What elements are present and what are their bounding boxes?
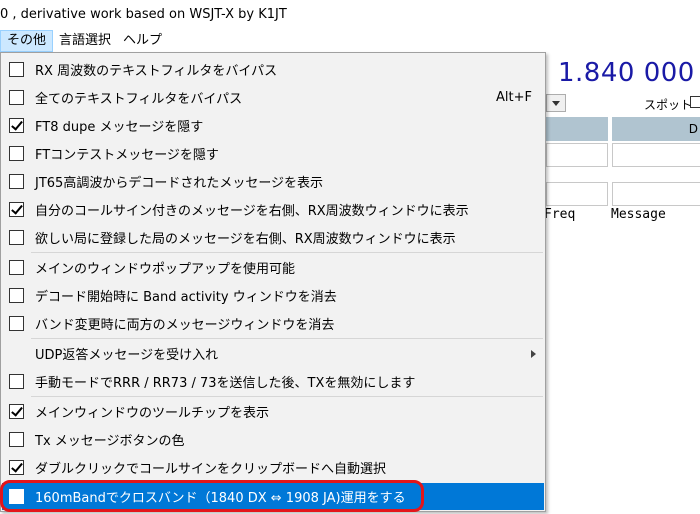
- menu-item-label: メインウィンドウのツールチップを表示: [35, 406, 270, 421]
- menu-language[interactable]: 言語選択: [53, 30, 117, 52]
- checkbox-icon: [9, 260, 24, 275]
- other-dropdown-menu: RX 周波数のテキストフィルタをバイパス 全てのテキストフィルタをバイパス Al…: [0, 52, 546, 512]
- menu-item-bypass-rx-filter[interactable]: RX 周波数のテキストフィルタをバイパス: [2, 56, 544, 83]
- panel-header-left: [546, 117, 608, 141]
- menu-item-label: 全てのテキストフィルタをバイパス: [35, 92, 243, 107]
- menu-item-label: バンド変更時に両方のメッセージウィンドウを消去: [35, 318, 335, 333]
- menu-separator: [31, 252, 543, 253]
- menu-item-label: 自分のコールサイン付きのメッセージを右側、RX周波数ウィンドウに表示: [35, 204, 469, 219]
- menu-item-wanted-right[interactable]: 欲しい局に登録した局のメッセージを右側、RX周波数ウィンドウに表示: [2, 224, 544, 251]
- menu-item-label: FT8 dupe メッセージを隠す: [35, 120, 204, 135]
- menu-item-label: UDP返答メッセージを受け入れ: [35, 348, 219, 363]
- frequency-display: 1.840 000: [558, 58, 695, 88]
- menu-item-label: FTコンテストメッセージを隠す: [35, 148, 219, 163]
- menu-item-shortcut: Alt+F: [496, 90, 532, 105]
- checkbox-icon: [9, 374, 24, 389]
- menu-other[interactable]: その他: [0, 30, 54, 52]
- checkbox-icon: [9, 316, 24, 331]
- menu-separator: [31, 396, 543, 397]
- column-header-message: Message: [611, 207, 666, 222]
- menu-item-clear-on-band-change[interactable]: バンド変更時に両方のメッセージウィンドウを消去: [2, 310, 544, 337]
- menu-item-window-popup[interactable]: メインのウィンドウポップアップを使用可能: [2, 254, 544, 281]
- checkbox-checked-icon: [9, 202, 24, 217]
- menu-item-label: 手動モードでRRR / RR73 / 73を送信した後、TXを無効にします: [35, 376, 416, 391]
- menubar: その他 言語選択 ヘルプ: [0, 30, 700, 52]
- menu-separator: [31, 338, 543, 339]
- submenu-arrow-icon: [531, 349, 536, 358]
- menu-item-jt65-harmonics[interactable]: JT65高調波からデコードされたメッセージを表示: [2, 168, 544, 195]
- menu-item-label: JT65高調波からデコードされたメッセージを表示: [35, 176, 324, 191]
- spot-label: スポット: [644, 98, 693, 112]
- menu-item-label: Tx メッセージボタンの色: [35, 434, 185, 449]
- menu-item-tx-button-color[interactable]: Tx メッセージボタンの色: [2, 426, 544, 453]
- checkbox-icon: [9, 432, 24, 447]
- menu-item-label: メインのウィンドウポップアップを使用可能: [35, 262, 296, 277]
- menu-item-show-tooltips[interactable]: メインウィンドウのツールチップを表示: [2, 398, 544, 425]
- checkbox-icon: [9, 62, 24, 77]
- menu-item-disable-tx-after-73[interactable]: 手動モードでRRR / RR73 / 73を送信した後、TXを無効にします: [2, 368, 544, 395]
- menu-item-hide-ft8-dupe[interactable]: FT8 dupe メッセージを隠す: [2, 112, 544, 139]
- menu-item-udp-reply[interactable]: UDP返答メッセージを受け入れ: [2, 340, 544, 367]
- checkbox-icon: [9, 90, 24, 105]
- menu-item-label: 欲しい局に登録した局のメッセージを右側、RX周波数ウィンドウに表示: [35, 232, 456, 247]
- panel-header-right: D: [612, 117, 700, 141]
- column-header-freq: Freq: [544, 207, 576, 222]
- spot-checkbox[interactable]: [690, 96, 700, 108]
- checkbox-icon: [9, 146, 24, 161]
- checkbox-checked-icon: [9, 404, 24, 419]
- menu-item-label: デコード開始時に Band activity ウィンドウを消去: [35, 290, 337, 305]
- menu-item-my-call-right[interactable]: 自分のコールサイン付きのメッセージを右側、RX周波数ウィンドウに表示: [2, 196, 544, 223]
- field-2b[interactable]: [612, 182, 700, 206]
- menu-item-clear-band-activity[interactable]: デコード開始時に Band activity ウィンドウを消去: [2, 282, 544, 309]
- window-title: 0 , derivative work based on WSJT-X by K…: [0, 0, 700, 30]
- menu-item-label: ダブルクリックでコールサインをクリップボードへ自動選択: [35, 462, 387, 477]
- field-2a[interactable]: [546, 182, 608, 206]
- field-1a[interactable]: [546, 143, 608, 167]
- checkbox-checked-icon: [9, 118, 24, 133]
- checkbox-checked-icon: [9, 460, 24, 475]
- menu-item-dblclick-callsign[interactable]: ダブルクリックでコールサインをクリップボードへ自動選択: [2, 454, 544, 481]
- checkbox-icon: [9, 230, 24, 245]
- checkbox-icon: [9, 288, 24, 303]
- menu-item-hide-contest[interactable]: FTコンテストメッセージを隠す: [2, 140, 544, 167]
- combo-dropdown-button[interactable]: [546, 94, 566, 112]
- menu-item-label: RX 周波数のテキストフィルタをバイパス: [35, 64, 278, 79]
- menu-item-bypass-all-filters[interactable]: 全てのテキストフィルタをバイパス Alt+F: [2, 84, 544, 111]
- menu-help[interactable]: ヘルプ: [117, 30, 168, 52]
- field-1b[interactable]: [612, 143, 700, 167]
- highlight-callout-box: [0, 480, 424, 512]
- checkbox-icon: [9, 174, 24, 189]
